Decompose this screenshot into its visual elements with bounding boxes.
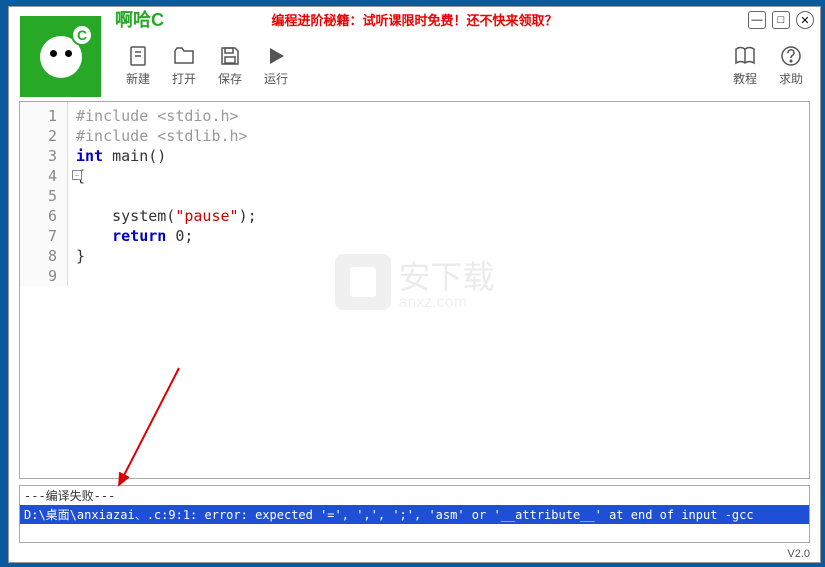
fold-marker[interactable]: −: [72, 170, 82, 180]
folder-open-icon: [172, 44, 196, 68]
output-panel[interactable]: ---编译失败--- D:\桌面\anxiazai、.c:9:1: error:…: [19, 485, 810, 543]
save-button[interactable]: 保存: [209, 44, 251, 87]
open-button[interactable]: 打开: [163, 44, 205, 87]
code-line[interactable]: int main(): [76, 146, 257, 166]
code-line[interactable]: #include <stdlib.h>: [76, 126, 257, 146]
code-line[interactable]: #include <stdio.h>: [76, 106, 257, 126]
help-button[interactable]: 求助: [770, 44, 812, 87]
help-icon: [779, 44, 803, 68]
save-icon: [218, 44, 242, 68]
minimize-button[interactable]: —: [748, 11, 766, 29]
titlebar: 啊哈C 编程进阶秘籍：试听课限时免费！还不快来领取？ — □ ✕: [9, 7, 820, 31]
compile-status: ---编译失败---: [20, 486, 809, 505]
run-button[interactable]: 运行: [255, 44, 297, 87]
code-area[interactable]: #include <stdio.h>#include <stdlib.h>int…: [68, 102, 257, 286]
code-line[interactable]: {: [76, 166, 257, 186]
new-button[interactable]: 新建: [117, 44, 159, 87]
line-gutter: 123456789: [20, 102, 68, 286]
close-button[interactable]: ✕: [796, 11, 814, 29]
code-line[interactable]: [76, 266, 257, 286]
tutorial-button[interactable]: 教程: [724, 44, 766, 87]
code-editor[interactable]: 123456789 #include <stdio.h>#include <st…: [19, 101, 810, 479]
promo-banner[interactable]: 编程进阶秘籍：试听课限时免费！还不快来领取？: [271, 10, 557, 29]
book-icon: [733, 44, 757, 68]
version-label: V2.0: [787, 548, 810, 560]
code-line[interactable]: system("pause");: [76, 206, 257, 226]
app-title: 啊哈C: [115, 6, 164, 32]
code-line[interactable]: [76, 186, 257, 206]
code-line[interactable]: }: [76, 246, 257, 266]
play-icon: [264, 44, 288, 68]
app-window: C 啊哈C 编程进阶秘籍：试听课限时免费！还不快来领取？ — □ ✕ 新建 打开…: [8, 6, 821, 563]
error-line-selected[interactable]: D:\桌面\anxiazai、.c:9:1: error: expected '…: [20, 505, 809, 524]
file-new-icon: [126, 44, 150, 68]
toolbar: 新建 打开 保存 运行 教程 求助: [109, 35, 820, 95]
maximize-button[interactable]: □: [772, 11, 790, 29]
code-line[interactable]: return 0;: [76, 226, 257, 246]
